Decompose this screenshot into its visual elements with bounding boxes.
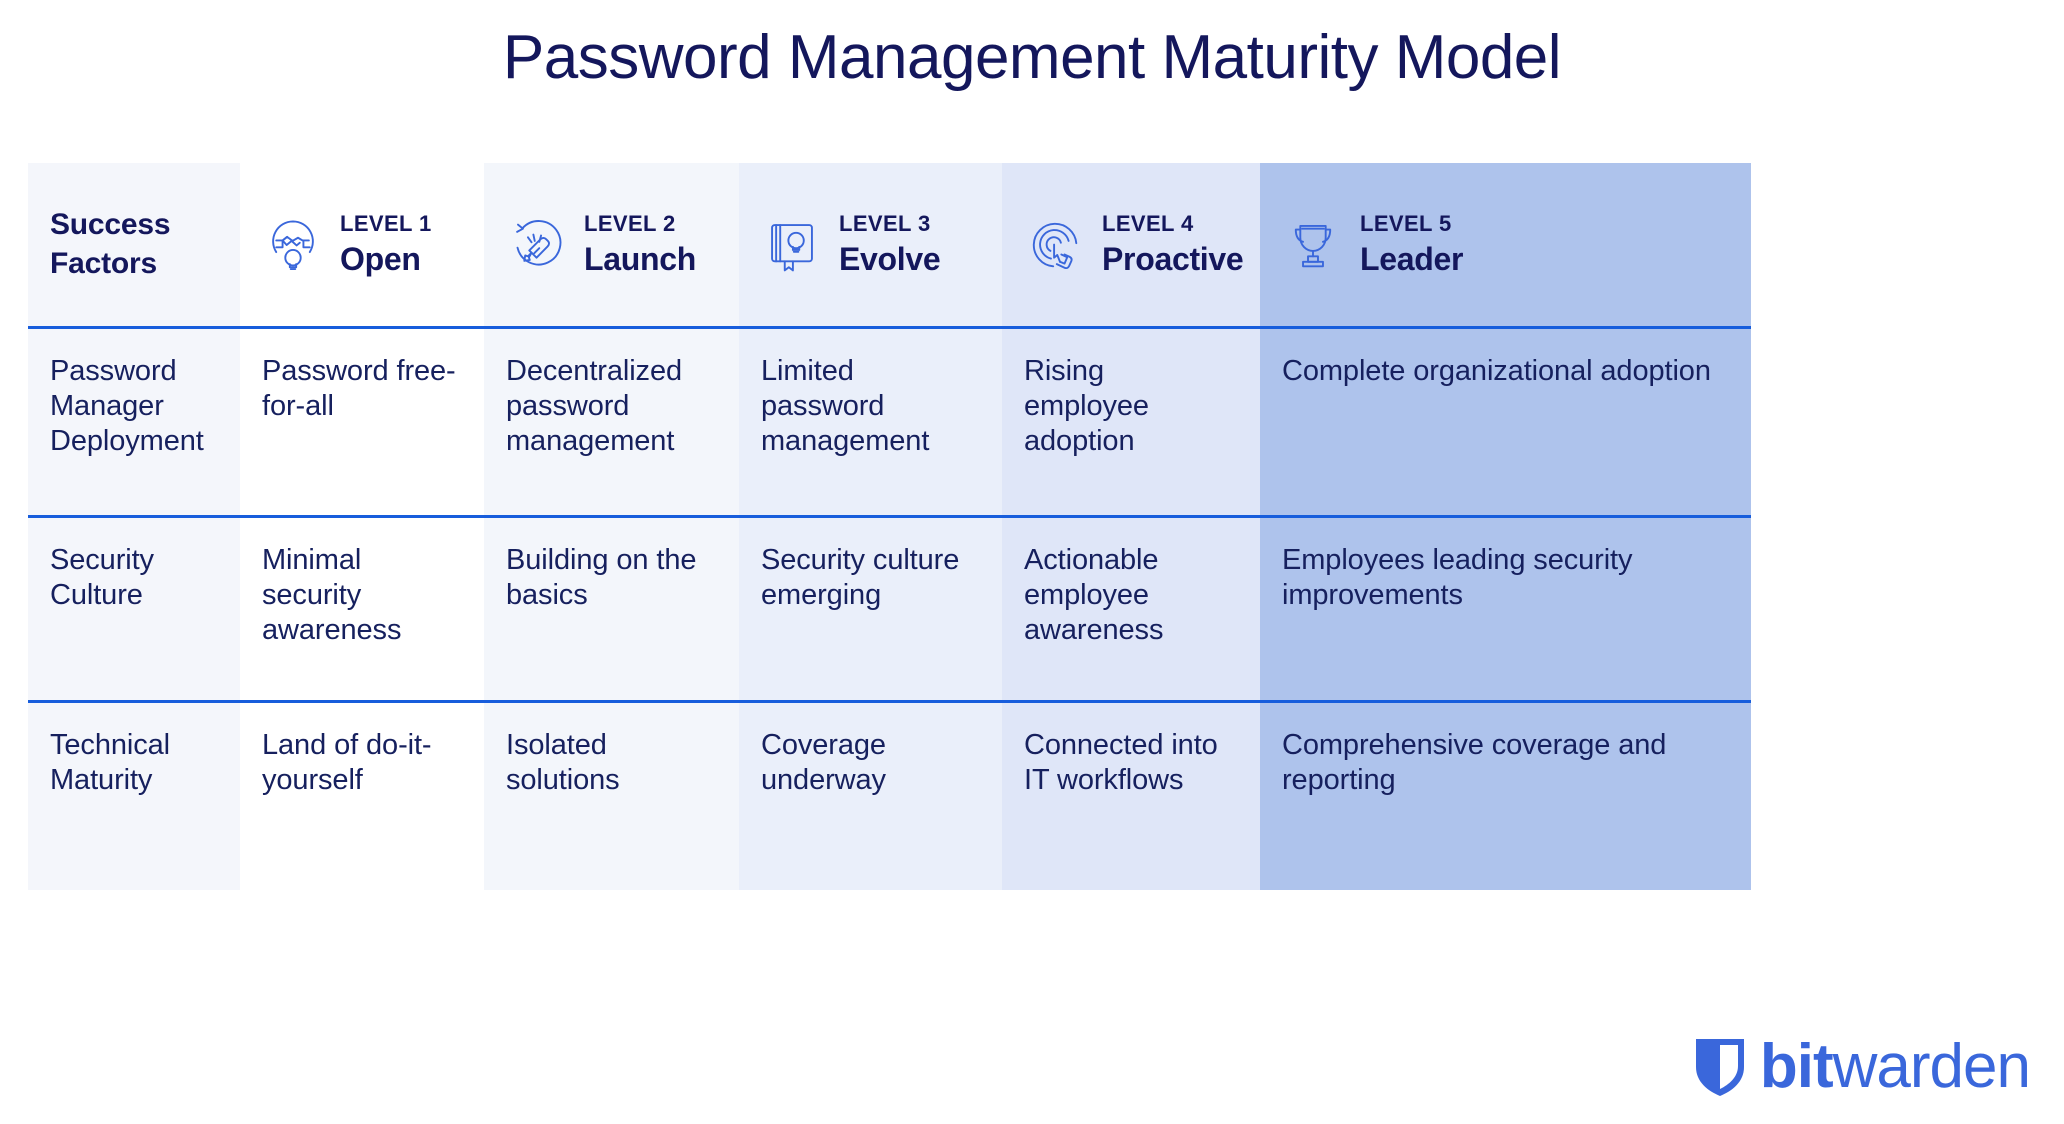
cell-text: Isolated solutions <box>506 729 620 796</box>
table-cell: Rising employee adoption <box>1002 326 1260 515</box>
table-cell: Minimal security awareness <box>240 515 484 700</box>
logo-bit-text: bit <box>1759 1032 1834 1101</box>
level-3-text: LEVEL 3 Evolve <box>839 210 941 277</box>
cell-text: Minimal security awareness <box>262 544 402 646</box>
trophy-icon <box>1282 214 1344 276</box>
table-cell: Isolated solutions <box>484 700 739 890</box>
table-cell: Comprehensive coverage and reporting <box>1260 700 1751 890</box>
table-header-success-factors: Success Factors <box>28 163 240 326</box>
cell-text: Comprehensive coverage and reporting <box>1282 729 1667 796</box>
table-cell: Password free-for-all <box>240 326 484 515</box>
table-cell: Actionable employee awareness <box>1002 515 1260 700</box>
logo-warden-text: warden <box>1832 1032 2031 1101</box>
cell-text: Connected into IT workflows <box>1024 729 1218 796</box>
cell-text: Building on the basics <box>506 544 697 611</box>
table-header-level-2: LEVEL 2 Launch <box>484 163 739 326</box>
cell-text: Password free-for-all <box>262 355 456 422</box>
page-title: Password Management Maturity Model <box>502 23 1562 92</box>
table-cell: Security culture emerging <box>739 515 1002 700</box>
table-header-level-3: LEVEL 3 Evolve <box>739 163 1002 326</box>
table-cell: Connected into IT workflows <box>1002 700 1260 890</box>
table-cell: Building on the basics <box>484 515 739 700</box>
maturity-model-table: Success Factors LEVEL 1 Open LEVEL 2 Lau… <box>28 163 2032 990</box>
level-4-text: LEVEL 4 Proactive <box>1102 210 1244 277</box>
rocket-launch-circle-icon <box>506 214 568 276</box>
shield-icon <box>1695 1039 1744 1096</box>
table-header-level-1: LEVEL 1 Open <box>240 163 484 326</box>
level-5-text: LEVEL 5 Leader <box>1360 210 1464 277</box>
table-cell: Complete organizational adoption <box>1260 326 1751 515</box>
table-cell: Land of do-it-yourself <box>240 700 484 890</box>
level-2-text: LEVEL 2 Launch <box>584 210 696 277</box>
handshake-lightbulb-icon <box>262 214 324 276</box>
table-cell: Decentralized password management <box>484 326 739 515</box>
cell-text: Actionable employee awareness <box>1024 544 1164 646</box>
success-factors-label: Success Factors <box>50 208 171 280</box>
cell-text: Coverage underway <box>761 729 886 796</box>
cell-text: Employees leading security improvements <box>1282 544 1633 611</box>
level-1-text: LEVEL 1 Open <box>340 210 432 277</box>
row-factor-label: Security Culture <box>50 544 154 611</box>
cell-text: Limited password management <box>761 355 930 457</box>
table-row-factor: Security Culture <box>28 515 240 700</box>
cell-text: Security culture emerging <box>761 544 960 611</box>
table-cell: Coverage underway <box>739 700 1002 890</box>
cell-text: Rising employee adoption <box>1024 355 1149 457</box>
target-tap-icon <box>1024 214 1086 276</box>
cell-text: Land of do-it-yourself <box>262 729 432 796</box>
bitwarden-wordmark: bitwarden <box>1760 1036 2031 1098</box>
table-header-level-4: LEVEL 4 Proactive <box>1002 163 1260 326</box>
cell-text: Decentralized password management <box>506 355 683 457</box>
table-header-level-5: LEVEL 5 Leader <box>1260 163 1751 326</box>
cell-text: Complete organizational adoption <box>1282 355 1711 387</box>
book-lightbulb-icon <box>761 214 823 276</box>
table-cell: Employees leading security improvements <box>1260 515 1751 700</box>
table-row-factor: Password Manager Deployment <box>28 326 240 515</box>
infographic-root: Password Management Maturity Model Succe… <box>0 0 2064 1124</box>
table-cell: Limited password management <box>739 326 1002 515</box>
table-row-factor: Technical Maturity <box>28 700 240 890</box>
row-factor-label: Password Manager Deployment <box>50 355 204 457</box>
bitwarden-logo: bitwarden <box>1694 1032 2031 1102</box>
row-factor-label: Technical Maturity <box>50 729 170 796</box>
